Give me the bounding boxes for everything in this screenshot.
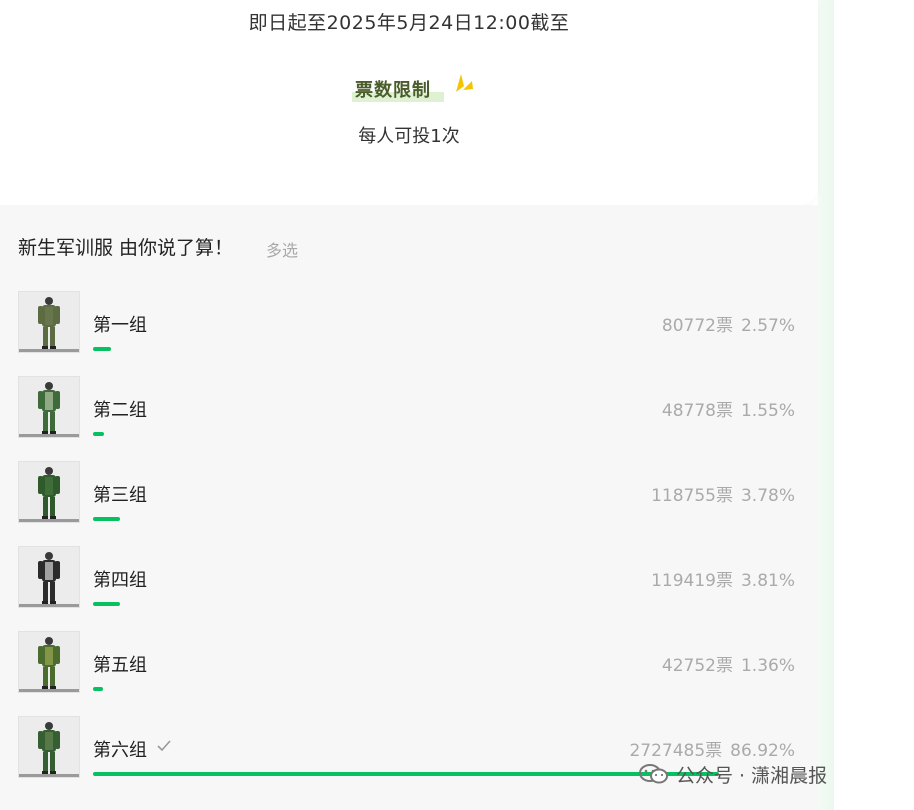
- option-thumbnail: [18, 376, 80, 438]
- poll-option[interactable]: 第一组 80772票 2.57%: [0, 291, 818, 361]
- option-percentage: 1.55%: [740, 401, 795, 421]
- sparkle-icon: [456, 74, 473, 92]
- wechat-icon: [639, 764, 668, 784]
- checkmark-icon: [157, 740, 171, 752]
- option-stats: 118755票 3.78%: [651, 481, 795, 506]
- option-percentage: 3.78%: [740, 486, 795, 506]
- option-progress-bar: [93, 772, 719, 776]
- option-progress-track: [93, 517, 703, 521]
- option-progress-track: [93, 687, 703, 691]
- option-progress-bar: [93, 517, 120, 521]
- option-stats: 119419票 3.81%: [651, 566, 795, 591]
- option-stats: 48778票 1.55%: [662, 396, 795, 421]
- option-progress-bar: [93, 687, 103, 691]
- option-percentage: 1.36%: [740, 656, 795, 676]
- option-vote-count: 42752票: [661, 656, 733, 676]
- option-vote-count: 48778票: [661, 401, 733, 421]
- option-label: 第一组: [93, 315, 147, 336]
- option-label: 第三组: [93, 485, 147, 506]
- option-thumbnail: [18, 631, 80, 693]
- option-thumbnail: [18, 716, 80, 778]
- watermark-text: 公众号 · 潇湘晨报: [676, 764, 828, 787]
- poll-option[interactable]: 第五组 42752票 1.36%: [0, 631, 818, 701]
- option-progress-bar: [93, 347, 111, 351]
- option-percentage: 86.92%: [730, 741, 795, 761]
- poll-question: 新生军训服 由你说了算！: [18, 237, 234, 259]
- option-stats: 2727485票 86.92%: [629, 736, 795, 761]
- option-percentage: 2.57%: [740, 316, 795, 336]
- option-thumbnail: [18, 546, 80, 608]
- option-thumbnail: [18, 291, 80, 353]
- option-stats: 80772票 2.57%: [662, 311, 795, 336]
- option-progress-track: [93, 347, 703, 351]
- poll-panel: 新生军训服 由你说了算！ 多选 第一组 80772票 2.57% 第二组 48778票 1…: [0, 205, 818, 810]
- poll-option[interactable]: 第四组 119419票 3.81%: [0, 546, 818, 616]
- vote-limit-description: 每人可投1次: [358, 126, 460, 147]
- vote-limit-heading: 票数限制: [350, 72, 450, 104]
- page-edge: [818, 0, 834, 810]
- poll-option[interactable]: 第二组 48778票 1.55%: [0, 376, 818, 446]
- option-vote-count: 118755票: [651, 486, 733, 506]
- option-progress-track: [93, 602, 703, 606]
- option-progress-track: [93, 432, 703, 436]
- option-label: 第六组: [93, 740, 147, 761]
- option-stats: 42752票 1.36%: [662, 651, 795, 676]
- poll-info-card: 即日起至2025年5月24日12:00截至 票数限制 每人可投1次: [0, 0, 818, 205]
- option-label: 第五组: [93, 655, 147, 676]
- vote-limit-title: 票数限制: [355, 80, 431, 101]
- option-vote-count: 2727485票: [629, 741, 723, 761]
- option-label: 第二组: [93, 400, 147, 421]
- watermark: 公众号 · 潇湘晨报: [638, 760, 827, 788]
- option-progress-bar: [93, 432, 104, 436]
- option-vote-count: 119419票: [651, 571, 733, 591]
- option-vote-count: 80772票: [661, 316, 733, 336]
- option-progress-track: [93, 772, 719, 776]
- option-thumbnail: [18, 461, 80, 523]
- poll-deadline: 即日起至2025年5月24日12:00截至: [248, 12, 570, 34]
- option-percentage: 3.81%: [740, 571, 795, 591]
- option-progress-bar: [93, 602, 120, 606]
- poll-mode-tag: 多选: [266, 241, 299, 260]
- poll-option[interactable]: 第三组 118755票 3.78%: [0, 461, 818, 531]
- option-label: 第四组: [93, 570, 147, 591]
